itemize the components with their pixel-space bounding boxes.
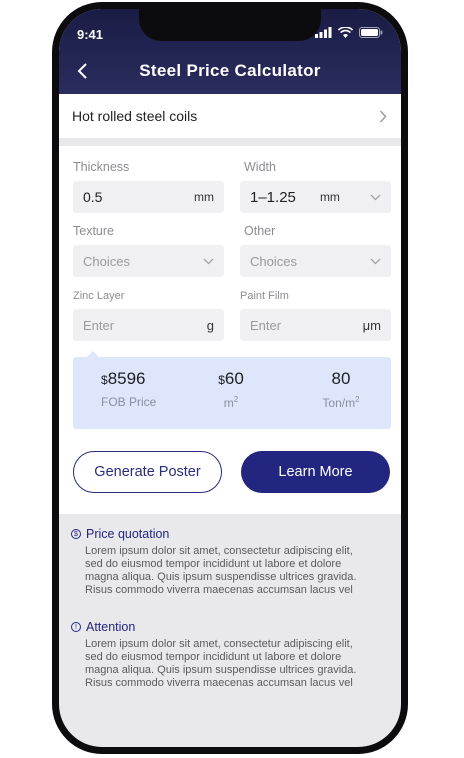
notch bbox=[139, 9, 321, 41]
generate-poster-button[interactable]: Generate Poster bbox=[73, 451, 222, 493]
fob-currency: $ bbox=[101, 373, 108, 387]
attention-line: magna aliqua. Quis ipsum suspendisse ult… bbox=[85, 664, 357, 676]
status-time: 9:41 bbox=[77, 27, 104, 42]
attention-heading: ! Attention bbox=[71, 620, 391, 634]
attention-title: Attention bbox=[86, 620, 136, 634]
paint-film-placeholder: Enter bbox=[250, 317, 282, 333]
other-placeholder: Choices bbox=[250, 253, 297, 269]
other-label: Other bbox=[244, 224, 276, 238]
attention-text: Lorem ipsum dolor sit amet, consectetur … bbox=[71, 638, 391, 690]
phone-frame: 9:41 Steel Price Calculator Hot rolled s… bbox=[52, 2, 408, 754]
wifi-icon bbox=[338, 27, 353, 38]
ton-caption-sup: 2 bbox=[355, 395, 360, 404]
chevron-down-icon bbox=[370, 258, 381, 264]
dollar-circle-icon: $ bbox=[71, 529, 81, 539]
attention-line: sed do eiusmod tempor incididunt ut labo… bbox=[85, 651, 342, 663]
status-icons bbox=[315, 27, 383, 38]
width-label: Width bbox=[244, 160, 276, 174]
zinc-layer-unit: g bbox=[206, 317, 214, 333]
area-value: 60 bbox=[224, 369, 244, 388]
area-currency: $ bbox=[218, 373, 225, 387]
thickness-unit: mm bbox=[194, 190, 214, 204]
attention-line: Lorem ipsum dolor sit amet, consectetur … bbox=[85, 638, 353, 650]
price-per-area: $60 m2 bbox=[191, 369, 271, 410]
info-circle-icon: ! bbox=[71, 622, 81, 632]
product-label: Hot rolled steel coils bbox=[72, 108, 198, 124]
price-quotation-text: Lorem ipsum dolor sit amet, consectetur … bbox=[71, 545, 391, 597]
attention-section: ! Attention Lorem ipsum dolor sit amet, … bbox=[71, 620, 391, 690]
thickness-field[interactable]: 0.5 mm bbox=[73, 181, 224, 213]
fob-value: 8596 bbox=[107, 369, 146, 388]
other-select[interactable]: Choices bbox=[240, 245, 391, 277]
product-selector[interactable]: Hot rolled steel coils bbox=[59, 94, 401, 138]
price-summary: $8596 FOB Price $60 m2 80 Ton/m2 bbox=[73, 357, 391, 429]
chevron-right-icon bbox=[379, 110, 387, 122]
calculator-form: Thickness 0.5 mm Width 1–1.25 mm Texture… bbox=[59, 146, 401, 514]
zinc-layer-label: Zinc Layer bbox=[73, 290, 125, 302]
paint-film-unit: μm bbox=[362, 317, 381, 333]
thickness-value: 0.5 bbox=[83, 189, 103, 205]
thickness-label: Thickness bbox=[73, 160, 130, 174]
price-quotation-title: Price quotation bbox=[86, 527, 170, 541]
texture-select[interactable]: Choices bbox=[73, 245, 224, 277]
page-title: Steel Price Calculator bbox=[139, 61, 321, 80]
price-quotation-heading: $ Price quotation bbox=[71, 527, 391, 541]
fob-price: $8596 FOB Price bbox=[101, 369, 181, 409]
paint-film-label: Paint Film bbox=[240, 290, 289, 302]
texture-label: Texture bbox=[73, 224, 114, 238]
price-per-ton: 80 Ton/m2 bbox=[301, 369, 381, 410]
area-caption: m bbox=[223, 396, 234, 410]
paint-film-input[interactable]: Enter μm bbox=[240, 309, 391, 341]
ton-value: 80 bbox=[331, 369, 351, 388]
learn-more-button[interactable]: Learn More bbox=[241, 451, 390, 493]
quotation-line: sed do eiusmod tempor incididunt ut labo… bbox=[85, 558, 342, 570]
zinc-layer-input[interactable]: Enter g bbox=[73, 309, 224, 341]
fob-caption: FOB Price bbox=[101, 395, 157, 409]
width-select[interactable]: 1–1.25 mm bbox=[240, 181, 391, 213]
zinc-layer-placeholder: Enter bbox=[83, 317, 115, 333]
attention-line: Risus commodo viverra maecenas accumsan … bbox=[85, 677, 353, 689]
chevron-down-icon bbox=[370, 194, 381, 200]
quotation-line: magna aliqua. Quis ipsum suspendisse ult… bbox=[85, 571, 357, 583]
texture-placeholder: Choices bbox=[83, 253, 130, 269]
screen: 9:41 Steel Price Calculator Hot rolled s… bbox=[59, 9, 401, 747]
chevron-down-icon bbox=[203, 258, 214, 264]
area-caption-sup: 2 bbox=[233, 395, 239, 404]
width-value: 1–1.25 bbox=[250, 188, 296, 206]
width-unit: mm bbox=[319, 190, 340, 204]
quotation-line: Risus commodo viverra maecenas accumsan … bbox=[85, 584, 353, 596]
battery-icon bbox=[359, 27, 383, 38]
ton-caption: Ton/m bbox=[322, 396, 356, 410]
quotation-line: Lorem ipsum dolor sit amet, consectetur … bbox=[85, 545, 353, 557]
price-quotation-section: $ Price quotation Lorem ipsum dolor sit … bbox=[71, 527, 391, 597]
